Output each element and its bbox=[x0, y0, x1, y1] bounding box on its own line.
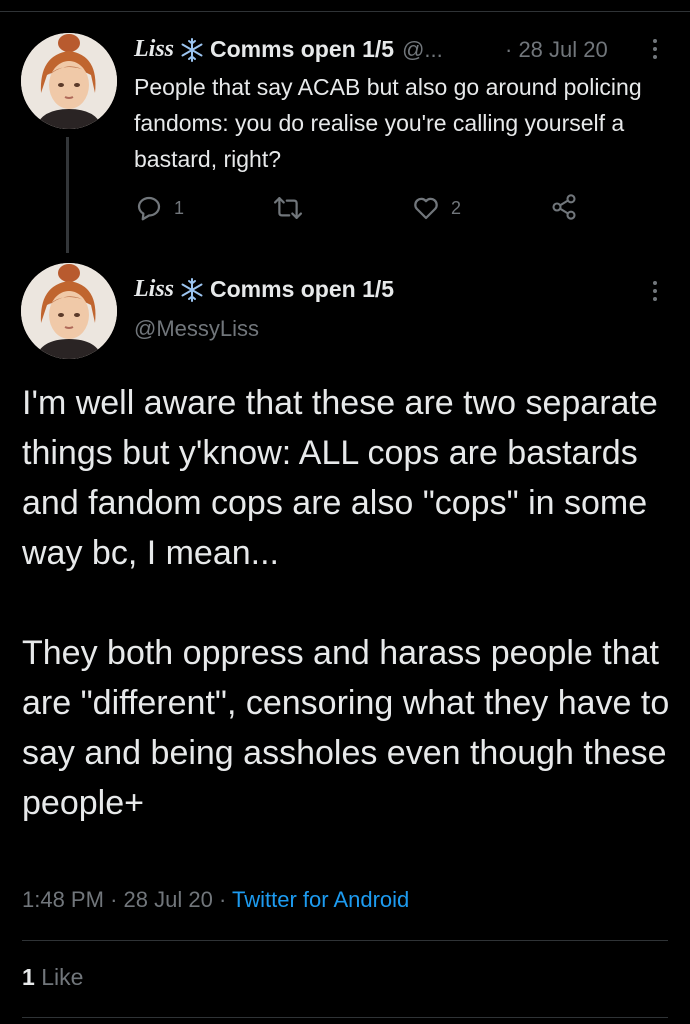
avatar[interactable] bbox=[21, 33, 117, 129]
name-suffix: Comms open 1/5 bbox=[210, 276, 395, 302]
retweet-icon bbox=[273, 197, 303, 219]
main-tweet-text: I'm well aware that these are two separa… bbox=[22, 378, 672, 828]
tweet-time[interactable]: 1:48 PM bbox=[22, 887, 104, 912]
name-suffix: Comms open 1/5 bbox=[210, 36, 395, 62]
parent-tweet-text: People that say ACAB but also go around … bbox=[134, 74, 642, 172]
tweet-paragraph: They both oppress and harass people that… bbox=[22, 634, 670, 822]
heart-icon bbox=[414, 197, 438, 220]
display-name[interactable]: Liss bbox=[134, 276, 174, 303]
main-name-row[interactable]: Liss Comms open 1/5 bbox=[134, 276, 394, 303]
like-button[interactable]: 2 bbox=[411, 193, 461, 223]
tweet-paragraph: I'm well aware that these are two separa… bbox=[22, 384, 658, 572]
avatar[interactable] bbox=[21, 263, 117, 359]
likes-summary[interactable]: 1 Like bbox=[22, 964, 83, 991]
snowflake-icon bbox=[181, 277, 203, 302]
snowflake-icon bbox=[181, 37, 203, 62]
thread-connector bbox=[66, 137, 69, 253]
tweet-source-link[interactable]: Twitter for Android bbox=[232, 887, 409, 912]
handle[interactable]: @MessyLiss bbox=[134, 316, 259, 342]
like-count: 2 bbox=[451, 197, 462, 218]
share-button[interactable] bbox=[550, 193, 578, 221]
likes-count: 1 bbox=[22, 964, 35, 990]
tweet-date[interactable]: 28 Jul 20 bbox=[124, 887, 213, 912]
reply-button[interactable]: 1 bbox=[134, 193, 184, 223]
tweet-meta: 1:48 PM · 28 Jul 20 · Twitter for Androi… bbox=[22, 887, 410, 912]
more-vertical-icon[interactable] bbox=[645, 278, 665, 304]
likes-label: Like bbox=[41, 964, 84, 990]
divider bbox=[22, 1017, 668, 1018]
top-divider bbox=[0, 11, 690, 12]
reply-icon bbox=[137, 196, 161, 221]
parent-name-row[interactable]: Liss Comms open 1/5 @... bbox=[134, 36, 443, 63]
more-vertical-icon[interactable] bbox=[645, 36, 665, 62]
reply-count: 1 bbox=[174, 197, 185, 218]
handle[interactable]: @... bbox=[402, 37, 443, 63]
display-name[interactable]: Liss bbox=[134, 36, 174, 63]
retweet-button[interactable] bbox=[272, 193, 314, 223]
divider bbox=[22, 940, 668, 941]
tweet-date[interactable]: · 28 Jul 20 bbox=[505, 37, 608, 63]
share-icon bbox=[552, 194, 576, 220]
